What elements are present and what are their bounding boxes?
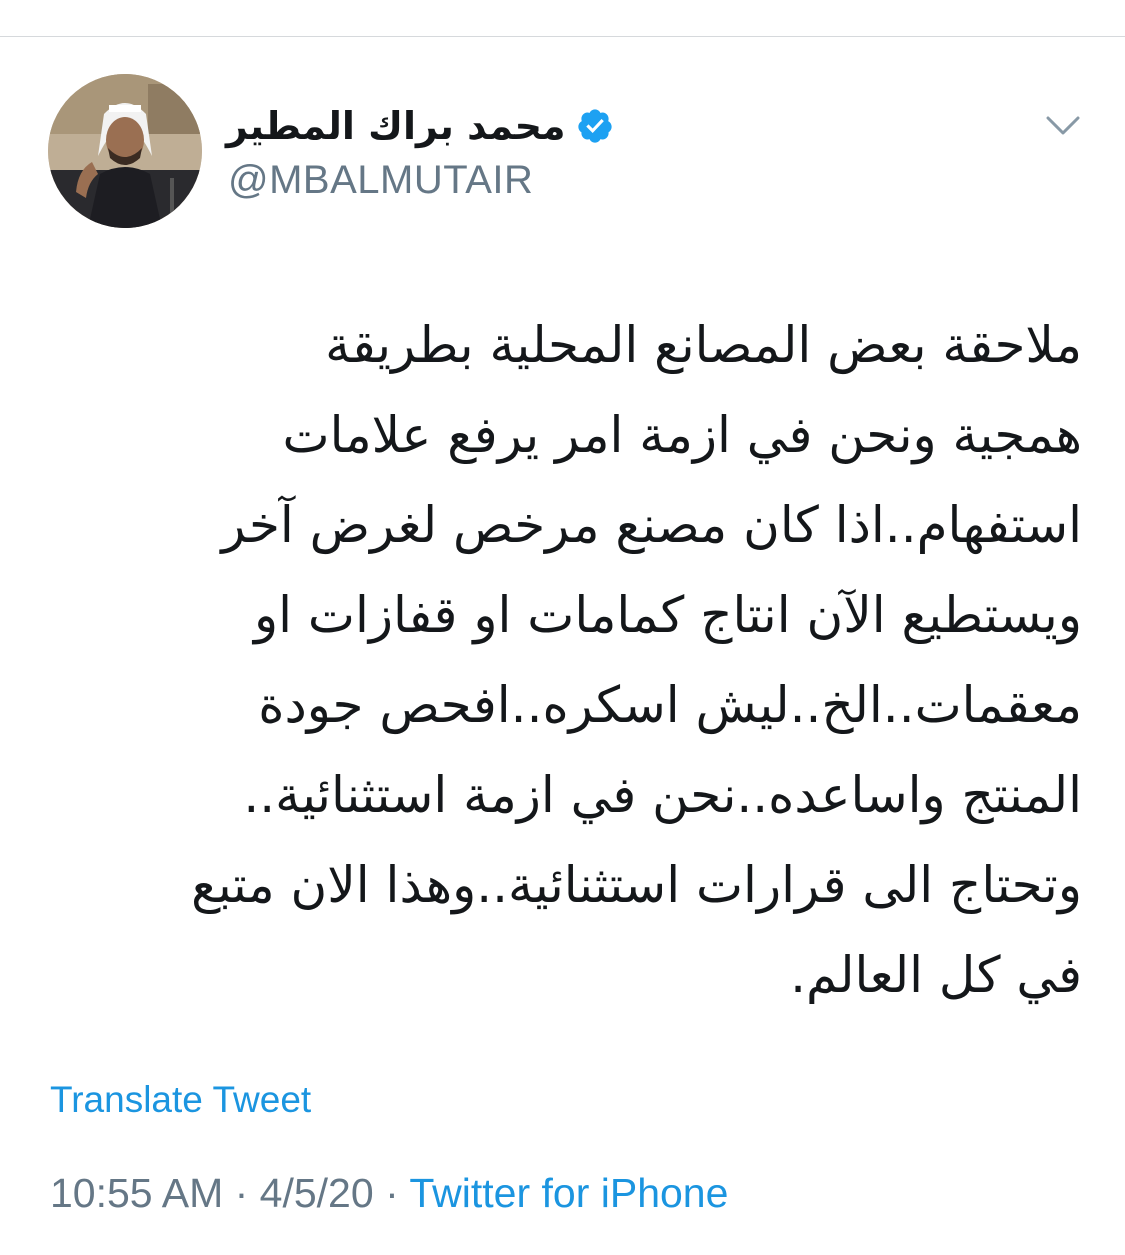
tweet-text-line: معقمات..الخ..ليش اسكره..افحص جودة: [258, 676, 1082, 734]
tweet-time: 10:55 AM: [50, 1170, 224, 1216]
verified-badge-icon: [577, 109, 612, 143]
meta-separator: ·: [373, 1170, 410, 1216]
tweet-text-line: في كل العالم.: [790, 946, 1082, 1004]
avatar[interactable]: [48, 74, 202, 228]
author-handle[interactable]: @MBALMUTAIR: [228, 152, 533, 208]
tweet-text-line: ملاحقة بعض المصانع المحلية بطريقة: [325, 316, 1082, 374]
meta-separator: ·: [223, 1170, 260, 1216]
tweet-text-line: وتحتاج الى قرارات استثنائية..وهذا الان م…: [191, 856, 1082, 914]
top-divider: [0, 36, 1125, 37]
author-display-name[interactable]: محمد براك المطير: [226, 98, 566, 154]
tweet-text-line: همجية ونحن في ازمة امر يرفع علامات: [282, 406, 1082, 464]
tweet-date: 4/5/20: [259, 1170, 374, 1216]
tweet-metadata: 10:55 AM · 4/5/20 · Twitter for iPhone: [50, 1166, 728, 1220]
chevron-down-icon[interactable]: [1040, 108, 1086, 144]
author-name-row[interactable]: محمد براك المطير: [226, 98, 614, 154]
tweet-text-line: ويستطيع الآن انتاج كمامات او قفازات او: [253, 586, 1082, 644]
tweet-text-line: استفهام..اذا كان مصنع مرخص لغرض آخر: [221, 496, 1082, 554]
tweet-text: ملاحقة بعض المصانع المحلية بطريقة همجية …: [40, 300, 1082, 1020]
tweet-text-line: المنتج واساعده..نحن في ازمة استثنائية..: [243, 766, 1082, 824]
profile-photo: [48, 74, 202, 228]
translate-tweet-link[interactable]: Translate Tweet: [50, 1076, 311, 1124]
tweet-source-link[interactable]: Twitter for iPhone: [409, 1170, 728, 1216]
